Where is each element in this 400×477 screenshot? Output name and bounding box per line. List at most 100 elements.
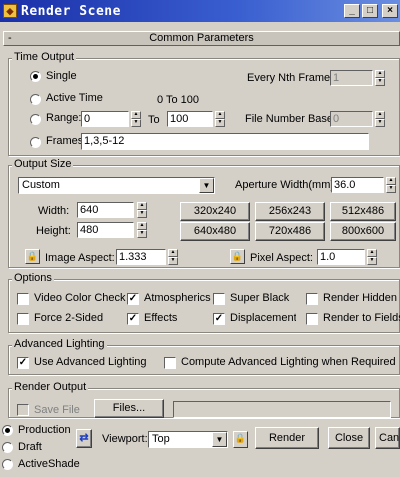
preset-720x486-button[interactable]: 720x486: [255, 222, 325, 241]
options-group: [8, 279, 400, 333]
height-input[interactable]: 480: [77, 222, 134, 238]
aperture-width-input[interactable]: 36.0: [331, 177, 384, 193]
render-output-label: Render Output: [12, 381, 89, 393]
save-file-checkbox[interactable]: [17, 404, 29, 416]
width-input[interactable]: 640: [77, 202, 134, 218]
save-file-label: Save File: [34, 404, 80, 416]
app-icon: ◆: [3, 4, 17, 18]
file-number-base-label: File Number Base:: [245, 113, 337, 125]
width-spinner[interactable]: ▲ ▼: [137, 202, 147, 218]
atmospherics-checkbox[interactable]: ✓: [127, 293, 139, 305]
file-number-base-input[interactable]: 0: [330, 111, 373, 127]
effects-checkbox[interactable]: ✓: [127, 313, 139, 325]
options-label: Options: [12, 272, 54, 284]
time-output-label: Time Output: [12, 51, 77, 63]
swap-mode-icon[interactable]: ⇄: [76, 429, 92, 448]
window-title: Render Scene: [21, 3, 121, 19]
activeshade-label: ActiveShade: [18, 458, 80, 470]
draft-radio[interactable]: [2, 442, 13, 453]
maximize-button[interactable]: □: [362, 4, 378, 18]
range-to-input[interactable]: 100: [167, 111, 213, 127]
file-number-base-spinner[interactable]: ▲ ▼: [375, 111, 385, 127]
viewport-lock-icon[interactable]: 🔒: [233, 431, 248, 448]
force-2-sided-checkbox[interactable]: [17, 313, 29, 325]
use-advanced-lighting-label: Use Advanced Lighting: [34, 356, 147, 368]
displacement-checkbox[interactable]: ✓: [213, 313, 225, 325]
common-parameters-rollout[interactable]: - Common Parameters: [3, 31, 400, 46]
range-from-spinner[interactable]: ▲ ▼: [131, 111, 141, 127]
effects-label: Effects: [144, 312, 178, 324]
rollout-title: Common Parameters: [149, 32, 254, 44]
preset-320x240-button[interactable]: 320x240: [180, 202, 250, 221]
production-radio[interactable]: [2, 425, 13, 436]
range-to-spinner[interactable]: ▲ ▼: [215, 111, 225, 127]
single-radio[interactable]: [30, 71, 41, 82]
range-label: Range:: [46, 112, 82, 124]
height-spinner[interactable]: ▲ ▼: [137, 222, 147, 238]
height-label: Height:: [36, 225, 71, 237]
image-aspect-label: Image Aspect:: [45, 252, 115, 264]
active-time-label: Active Time: [46, 92, 103, 104]
render-to-fields-checkbox[interactable]: [306, 313, 318, 325]
pixel-aspect-input[interactable]: 1.0: [317, 249, 365, 265]
active-time-range: 0 To 100: [157, 94, 200, 106]
range-from-input[interactable]: 0: [81, 111, 129, 127]
preset-640x480-button[interactable]: 640x480: [180, 222, 250, 241]
close-button[interactable]: ×: [382, 4, 398, 18]
aperture-width-label: Aperture Width(mm):: [235, 179, 338, 191]
minimize-button[interactable]: _: [344, 4, 360, 18]
render-hidden-label: Render Hidden: [323, 292, 397, 304]
chevron-down-icon[interactable]: ▼: [199, 178, 214, 193]
video-color-check-checkbox[interactable]: [17, 293, 29, 305]
atmospherics-label: Atmospherics: [144, 292, 211, 304]
video-color-check-label: Video Color Check: [34, 292, 126, 304]
displacement-label: Displacement: [230, 312, 296, 324]
preset-512x486-button[interactable]: 512x486: [330, 202, 396, 221]
draft-label: Draft: [18, 441, 42, 453]
range-radio[interactable]: [30, 114, 41, 125]
force-2-sided-label: Force 2-Sided: [34, 312, 104, 324]
title-bar[interactable]: ◆ Render Scene: [0, 0, 400, 22]
compute-advanced-lighting-checkbox[interactable]: [164, 357, 176, 369]
output-file-path: [173, 401, 391, 418]
cancel-button[interactable]: Cancel: [375, 427, 400, 449]
use-advanced-lighting-checkbox[interactable]: ✓: [17, 357, 29, 369]
collapse-toggle[interactable]: -: [8, 32, 12, 45]
render-hidden-checkbox[interactable]: [306, 293, 318, 305]
super-black-label: Super Black: [230, 292, 290, 304]
single-label: Single: [46, 70, 77, 82]
activeshade-radio[interactable]: [2, 459, 13, 470]
aperture-width-spinner[interactable]: ▲ ▼: [386, 177, 396, 193]
output-size-label: Output Size: [12, 158, 74, 170]
production-label: Production: [18, 424, 71, 436]
close-dialog-button[interactable]: Close: [328, 427, 370, 449]
frames-label: Frames: [46, 135, 84, 147]
frames-radio[interactable]: [30, 137, 41, 148]
size-preset-value: Custom: [22, 179, 60, 191]
width-label: Width:: [38, 205, 70, 217]
compute-advanced-lighting-label: Compute Advanced Lighting when Required: [181, 356, 396, 368]
chevron-down-icon[interactable]: ▼: [212, 432, 227, 447]
viewport-value: Top: [152, 433, 170, 445]
viewport-label: Viewport:: [102, 433, 148, 445]
advanced-lighting-label: Advanced Lighting: [12, 338, 107, 350]
files-button[interactable]: Files...: [94, 399, 164, 418]
render-button[interactable]: Render: [255, 427, 319, 449]
frames-input[interactable]: 1,3,5-12: [81, 133, 369, 150]
image-aspect-lock-icon[interactable]: 🔒: [25, 249, 40, 264]
pixel-aspect-spinner[interactable]: ▲ ▼: [367, 249, 377, 265]
active-time-radio[interactable]: [30, 94, 41, 105]
every-nth-input[interactable]: 1: [330, 70, 373, 86]
image-aspect-spinner[interactable]: ▲ ▼: [168, 249, 178, 265]
viewport-dropdown[interactable]: Top ▼: [148, 431, 228, 448]
to-label: To: [148, 114, 160, 126]
super-black-checkbox[interactable]: [213, 293, 225, 305]
every-nth-spinner[interactable]: ▲ ▼: [375, 70, 385, 86]
image-aspect-input[interactable]: 1.333: [116, 249, 166, 265]
pixel-aspect-lock-icon[interactable]: 🔒: [230, 249, 245, 264]
preset-800x600-button[interactable]: 800x600: [330, 222, 396, 241]
render-to-fields-label: Render to Fields: [323, 312, 400, 324]
preset-256x243-button[interactable]: 256x243: [255, 202, 325, 221]
size-preset-dropdown[interactable]: Custom ▼: [18, 177, 215, 194]
pixel-aspect-label: Pixel Aspect:: [250, 252, 313, 264]
